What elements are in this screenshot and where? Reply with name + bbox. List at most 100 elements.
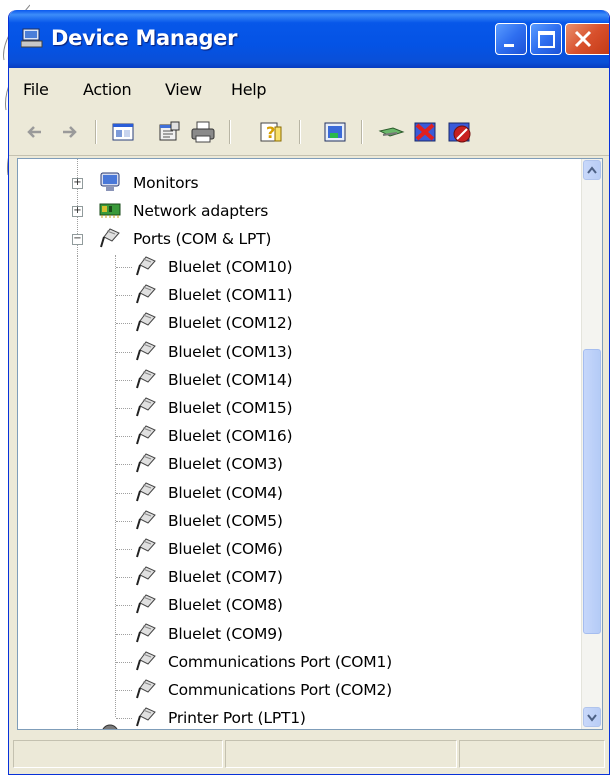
minimize-button[interactable] [495, 23, 527, 55]
tree-line [116, 493, 132, 494]
scroll-up-button[interactable] [583, 160, 601, 180]
show-hide-console-tree-icon[interactable] [109, 119, 137, 145]
expand-toggle[interactable]: + [72, 178, 83, 189]
title-bar[interactable]: Device Manager [9, 10, 609, 68]
tree-node-port[interactable]: Communications Port (COM1) [18, 650, 578, 674]
update-driver-icon[interactable] [377, 119, 405, 145]
svg-text:?: ? [266, 123, 275, 142]
tree-label: Monitors [133, 174, 199, 192]
port-connector-icon [136, 284, 156, 304]
help-icon[interactable]: ? [257, 119, 285, 145]
tree-node-port[interactable]: Bluelet (COM15) [18, 396, 578, 420]
tree-node-port[interactable]: Bluelet (COM12) [18, 311, 578, 335]
tree-line [116, 408, 132, 409]
device-manager-icon [21, 28, 43, 48]
tree-line [116, 549, 132, 550]
close-icon [574, 30, 592, 48]
tree-label: Bluelet (COM7) [168, 568, 283, 586]
scroll-thumb[interactable] [583, 349, 601, 634]
tree-line [116, 323, 132, 324]
tree-node-port[interactable]: Bluelet (COM8) [18, 593, 578, 617]
menu-view[interactable]: View [165, 80, 202, 99]
tree-node-port[interactable]: Bluelet (COM7) [18, 565, 578, 589]
tree-label: Communications Port (COM1) [168, 653, 392, 671]
port-connector-icon [136, 566, 156, 586]
menu-file[interactable]: File [23, 80, 49, 99]
tree-line [116, 521, 132, 522]
port-connector-icon [136, 312, 156, 332]
toolbar-separator [299, 120, 301, 144]
toolbar-separator [95, 120, 97, 144]
tree-line [116, 380, 132, 381]
maximize-button[interactable] [530, 23, 562, 55]
print-icon[interactable] [189, 119, 217, 145]
tree-label: Bluelet (COM8) [168, 596, 283, 614]
tree-node-port[interactable]: Bluelet (COM14) [18, 368, 578, 392]
device-tree-panel: + Monitors + Network adapters − Ports (C… [17, 158, 603, 730]
chevron-down-icon [587, 714, 597, 722]
tree-line [116, 577, 132, 578]
tree-label: Bluelet (COM6) [168, 540, 283, 558]
port-connector-icon [136, 623, 156, 643]
device-category-icon [102, 724, 118, 729]
tree-label: Bluelet (COM16) [168, 427, 293, 445]
window-title: Device Manager [51, 26, 238, 50]
chevron-up-icon [587, 166, 597, 174]
tree-node-port[interactable]: Communications Port (COM2) [18, 678, 578, 702]
tree-line [116, 662, 132, 663]
tree-line [116, 634, 132, 635]
port-connector-icon [136, 510, 156, 530]
port-connector-icon [136, 651, 156, 671]
network-adapter-icon [99, 203, 121, 218]
port-connector-icon [100, 228, 120, 248]
disable-icon[interactable] [445, 119, 473, 145]
tree-label: Bluelet (COM4) [168, 484, 283, 502]
vertical-scrollbar[interactable] [581, 159, 602, 729]
tree-node-port[interactable]: Bluelet (COM6) [18, 537, 578, 561]
port-connector-icon [136, 482, 156, 502]
tree-label: Bluelet (COM10) [168, 258, 293, 276]
tree-label: Bluelet (COM14) [168, 371, 293, 389]
port-connector-icon [136, 538, 156, 558]
tree-node-port[interactable]: Bluelet (COM16) [18, 424, 578, 448]
expand-toggle[interactable]: + [72, 206, 83, 217]
collapse-toggle[interactable]: − [72, 234, 83, 245]
forward-arrow-icon[interactable] [55, 119, 83, 145]
uninstall-icon[interactable] [411, 119, 439, 145]
tree-node-port[interactable]: Bluelet (COM4) [18, 481, 578, 505]
tree-node-port[interactable]: Bluelet (COM5) [18, 509, 578, 533]
properties-icon[interactable] [155, 119, 183, 145]
toolbar: ? [9, 110, 609, 156]
tree-line [116, 267, 132, 268]
back-arrow-icon[interactable] [21, 119, 49, 145]
tree-line [116, 464, 132, 465]
close-button[interactable] [565, 23, 609, 55]
tree-label: Bluelet (COM9) [168, 625, 283, 643]
status-pane-middle [225, 740, 457, 768]
toolbar-separator [361, 120, 363, 144]
tree-node-port[interactable]: Bluelet (COM3) [18, 452, 578, 476]
tree-label: Network adapters [133, 202, 269, 220]
port-connector-icon [136, 369, 156, 389]
tree-node-monitors[interactable]: + Monitors [18, 171, 578, 195]
scan-hardware-changes-icon[interactable] [321, 119, 349, 145]
tree-label: Bluelet (COM12) [168, 314, 293, 332]
tree-node-ports[interactable]: − Ports (COM & LPT) [18, 227, 578, 251]
tree-node-port[interactable]: Bluelet (COM10) [18, 255, 578, 279]
tree-label: Bluelet (COM11) [168, 286, 293, 304]
menu-action[interactable]: Action [83, 80, 132, 99]
status-pane-main [13, 740, 223, 768]
tree-node-port[interactable]: Bluelet (COM13) [18, 340, 578, 364]
tree-line [116, 690, 132, 691]
menu-bar: File Action View Help [9, 68, 609, 110]
tree-node-network-adapters[interactable]: + Network adapters [18, 199, 578, 223]
tree-node-port[interactable]: Bluelet (COM11) [18, 283, 578, 307]
tree-node-partial [18, 721, 578, 729]
menu-help[interactable]: Help [231, 80, 267, 99]
scroll-down-button[interactable] [583, 707, 601, 727]
tree-label: Bluelet (COM3) [168, 455, 283, 473]
port-connector-icon [136, 341, 156, 361]
tree-node-port[interactable]: Bluelet (COM9) [18, 622, 578, 646]
port-connector-icon [136, 397, 156, 417]
tree-line [116, 605, 132, 606]
